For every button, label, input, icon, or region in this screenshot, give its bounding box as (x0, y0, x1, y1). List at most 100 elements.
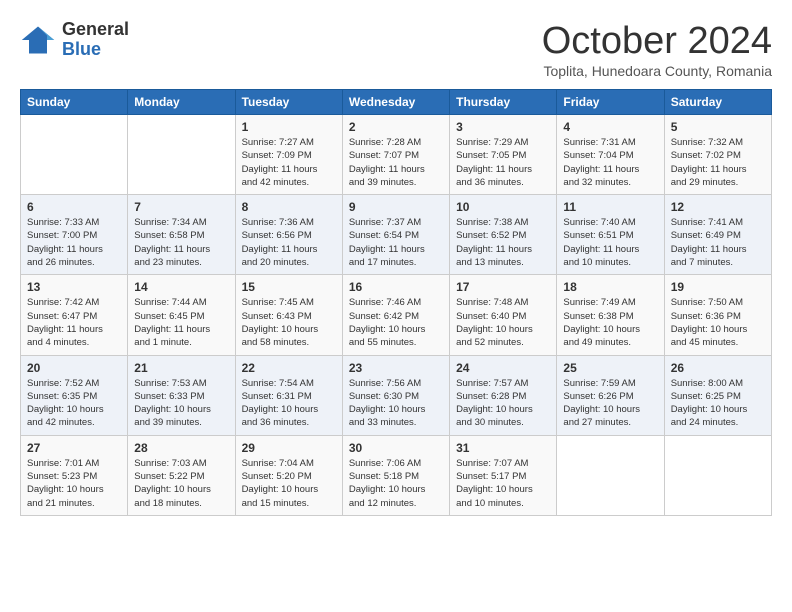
calendar-week-5: 27Sunrise: 7:01 AMSunset: 5:23 PMDayligh… (21, 435, 772, 515)
calendar-cell: 26Sunrise: 8:00 AMSunset: 6:25 PMDayligh… (664, 355, 771, 435)
calendar-cell: 8Sunrise: 7:36 AMSunset: 6:56 PMDaylight… (235, 195, 342, 275)
day-number: 5 (671, 120, 765, 134)
calendar-week-3: 13 Sunrise: 7:42 AMSunset: 6:47 PMDayligh… (21, 275, 772, 355)
logo-text: General Blue (62, 20, 129, 60)
calendar-cell: 6 Sunrise: 7:33 AMSunset: 7:00 PMDaylight… (21, 195, 128, 275)
calendar-cell: 27Sunrise: 7:01 AMSunset: 5:23 PMDayligh… (21, 435, 128, 515)
day-number: 29 (242, 441, 336, 455)
day-info: Sunrise: 7:04 AMSunset: 5:20 PMDaylight:… (242, 457, 336, 510)
day-number: 3 (456, 120, 550, 134)
calendar-cell: 1 Sunrise: 7:27 AMSunset: 7:09 PMDaylight… (235, 115, 342, 195)
day-info: Sunrise: 7:37 AMSunset: 6:54 PMDaylight:… (349, 216, 443, 269)
day-number: 11 (563, 200, 657, 214)
calendar-cell: 24 Sunrise: 7:57 AMSunset: 6:28 PMDayligh… (450, 355, 557, 435)
day-number: 28 (134, 441, 228, 455)
day-info: Sunrise: 7:54 AMSunset: 6:31 PMDaylight:… (242, 377, 336, 430)
day-info: Sunrise: 7:45 AMSunset: 6:43 PMDaylight:… (242, 296, 336, 349)
calendar-cell: 20 Sunrise: 7:52 AMSunset: 6:35 PMDayligh… (21, 355, 128, 435)
calendar-cell: 22 Sunrise: 7:54 AMSunset: 6:31 PMDayligh… (235, 355, 342, 435)
day-number: 24 (456, 361, 550, 375)
day-number: 30 (349, 441, 443, 455)
calendar-cell: 23 Sunrise: 7:56 AMSunset: 6:30 PMDayligh… (342, 355, 449, 435)
day-info: Sunrise: 7:56 AMSunset: 6:30 PMDaylight:… (349, 377, 443, 430)
day-info: Sunrise: 7:36 AMSunset: 6:56 PMDaylight:… (242, 216, 336, 269)
col-friday: Friday (557, 90, 664, 115)
day-info: Sunrise: 7:28 AMSunset: 7:07 PMDaylight:… (349, 136, 443, 189)
col-monday: Monday (128, 90, 235, 115)
calendar-body: 1 Sunrise: 7:27 AMSunset: 7:09 PMDaylight… (21, 115, 772, 516)
calendar-cell: 9Sunrise: 7:37 AMSunset: 6:54 PMDaylight… (342, 195, 449, 275)
calendar-cell: 10 Sunrise: 7:38 AMSunset: 6:52 PMDayligh… (450, 195, 557, 275)
day-number: 1 (242, 120, 336, 134)
calendar-cell: 4Sunrise: 7:31 AMSunset: 7:04 PMDaylight… (557, 115, 664, 195)
calendar-cell: 5 Sunrise: 7:32 AMSunset: 7:02 PMDaylight… (664, 115, 771, 195)
day-info: Sunrise: 7:41 AMSunset: 6:49 PMDaylight:… (671, 216, 765, 269)
col-saturday: Saturday (664, 90, 771, 115)
day-info: Sunrise: 7:50 AMSunset: 6:36 PMDaylight:… (671, 296, 765, 349)
day-info: Sunrise: 7:06 AMSunset: 5:18 PMDaylight:… (349, 457, 443, 510)
calendar-cell: 31 Sunrise: 7:07 AMSunset: 5:17 PMDayligh… (450, 435, 557, 515)
logo-icon (20, 22, 56, 58)
day-number: 15 (242, 280, 336, 294)
day-info: Sunrise: 7:42 AMSunset: 6:47 PMDaylight:… (27, 296, 121, 349)
day-number: 23 (349, 361, 443, 375)
calendar-cell: 25 Sunrise: 7:59 AMSunset: 6:26 PMDayligh… (557, 355, 664, 435)
calendar-week-2: 6 Sunrise: 7:33 AMSunset: 7:00 PMDaylight… (21, 195, 772, 275)
day-number: 22 (242, 361, 336, 375)
day-number: 10 (456, 200, 550, 214)
day-number: 17 (456, 280, 550, 294)
day-info: Sunrise: 7:59 AMSunset: 6:26 PMDaylight:… (563, 377, 657, 430)
month-title: October 2024 (542, 20, 772, 63)
day-info: Sunrise: 7:52 AMSunset: 6:35 PMDaylight:… (27, 377, 121, 430)
day-info: Sunrise: 7:32 AMSunset: 7:02 PMDaylight:… (671, 136, 765, 189)
day-info: Sunrise: 7:57 AMSunset: 6:28 PMDaylight:… (456, 377, 550, 430)
calendar-cell: 2 Sunrise: 7:28 AMSunset: 7:07 PMDaylight… (342, 115, 449, 195)
day-number: 26 (671, 361, 765, 375)
calendar-cell: 12 Sunrise: 7:41 AMSunset: 6:49 PMDayligh… (664, 195, 771, 275)
day-info: Sunrise: 7:38 AMSunset: 6:52 PMDaylight:… (456, 216, 550, 269)
col-wednesday: Wednesday (342, 90, 449, 115)
day-number: 7 (134, 200, 228, 214)
day-info: Sunrise: 7:53 AMSunset: 6:33 PMDaylight:… (134, 377, 228, 430)
calendar-cell: 14 Sunrise: 7:44 AMSunset: 6:45 PMDayligh… (128, 275, 235, 355)
calendar-cell: 13 Sunrise: 7:42 AMSunset: 6:47 PMDayligh… (21, 275, 128, 355)
col-thursday: Thursday (450, 90, 557, 115)
title-block: October 2024 Toplita, Hunedoara County, … (542, 20, 772, 79)
day-number: 31 (456, 441, 550, 455)
logo-general: General (62, 20, 129, 40)
day-number: 20 (27, 361, 121, 375)
day-number: 21 (134, 361, 228, 375)
day-number: 13 (27, 280, 121, 294)
calendar-table: Sunday Monday Tuesday Wednesday Thursday… (20, 89, 772, 516)
col-sunday: Sunday (21, 90, 128, 115)
calendar-cell (21, 115, 128, 195)
day-info: Sunrise: 7:31 AMSunset: 7:04 PMDaylight:… (563, 136, 657, 189)
day-info: Sunrise: 7:07 AMSunset: 5:17 PMDaylight:… (456, 457, 550, 510)
day-number: 18 (563, 280, 657, 294)
logo: General Blue (20, 20, 129, 60)
col-tuesday: Tuesday (235, 90, 342, 115)
day-number: 12 (671, 200, 765, 214)
day-info: Sunrise: 7:29 AMSunset: 7:05 PMDaylight:… (456, 136, 550, 189)
day-number: 6 (27, 200, 121, 214)
day-info: Sunrise: 7:33 AMSunset: 7:00 PMDaylight:… (27, 216, 121, 269)
day-number: 2 (349, 120, 443, 134)
calendar-cell: 21 Sunrise: 7:53 AMSunset: 6:33 PMDayligh… (128, 355, 235, 435)
calendar-week-1: 1 Sunrise: 7:27 AMSunset: 7:09 PMDaylight… (21, 115, 772, 195)
calendar-cell: 15 Sunrise: 7:45 AMSunset: 6:43 PMDayligh… (235, 275, 342, 355)
calendar-cell (664, 435, 771, 515)
location-subtitle: Toplita, Hunedoara County, Romania (542, 63, 772, 79)
day-number: 14 (134, 280, 228, 294)
calendar-week-4: 20 Sunrise: 7:52 AMSunset: 6:35 PMDayligh… (21, 355, 772, 435)
day-info: Sunrise: 7:27 AMSunset: 7:09 PMDaylight:… (242, 136, 336, 189)
calendar-cell (557, 435, 664, 515)
day-info: Sunrise: 7:03 AMSunset: 5:22 PMDaylight:… (134, 457, 228, 510)
calendar-cell: 3 Sunrise: 7:29 AMSunset: 7:05 PMDaylight… (450, 115, 557, 195)
day-number: 19 (671, 280, 765, 294)
calendar-cell: 16Sunrise: 7:46 AMSunset: 6:42 PMDayligh… (342, 275, 449, 355)
day-info: Sunrise: 7:48 AMSunset: 6:40 PMDaylight:… (456, 296, 550, 349)
calendar-cell: 28 Sunrise: 7:03 AMSunset: 5:22 PMDayligh… (128, 435, 235, 515)
calendar-cell: 17 Sunrise: 7:48 AMSunset: 6:40 PMDayligh… (450, 275, 557, 355)
day-info: Sunrise: 7:44 AMSunset: 6:45 PMDaylight:… (134, 296, 228, 349)
day-number: 25 (563, 361, 657, 375)
